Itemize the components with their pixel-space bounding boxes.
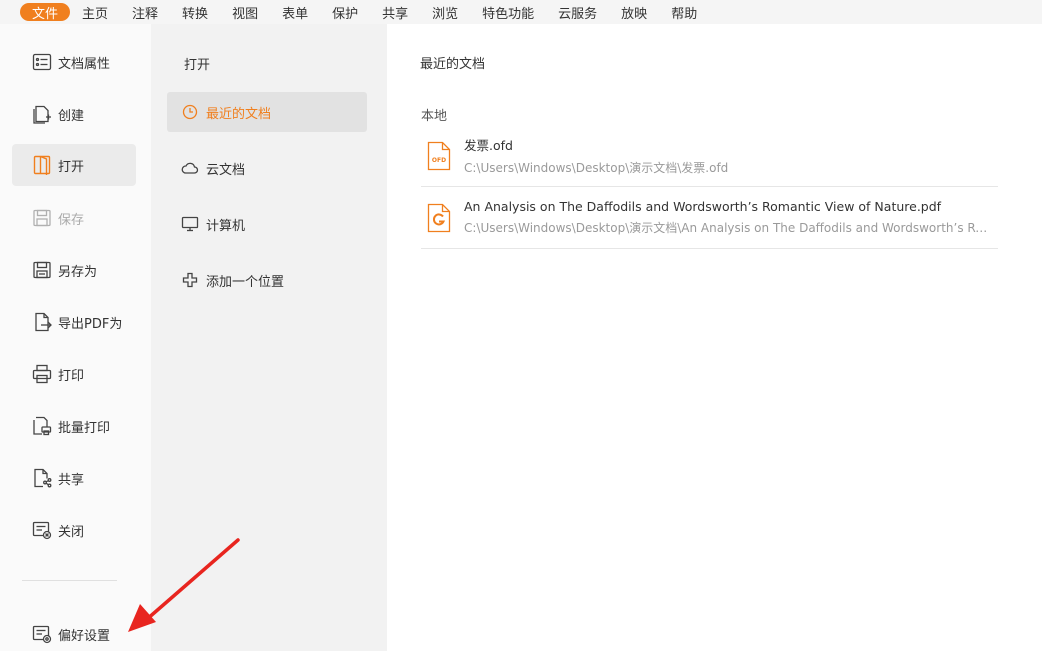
location-label: 云文档 (206, 162, 246, 178)
sidebar-item-export-pdf[interactable]: 导出PDF为 (12, 301, 136, 343)
sidebar-item-label: 打印 (58, 368, 85, 384)
batch-print-icon (32, 416, 52, 436)
sidebar-item-save-as[interactable]: 另存为 (12, 249, 136, 291)
sidebar-item-label: 打开 (58, 159, 85, 175)
export-pdf-icon (32, 312, 52, 332)
close-doc-icon (32, 520, 52, 540)
menu-view[interactable]: 视图 (220, 0, 270, 24)
recent-documents-panel: 最近的文档 本地 OFD 发票.ofd C:\Users\Windows\Des… (387, 24, 1042, 651)
location-recent[interactable]: 最近的文档 (167, 92, 367, 132)
save-as-icon (32, 260, 52, 280)
sidebar-item-properties[interactable]: 文档属性 (12, 41, 136, 83)
recent-documents-title: 最近的文档 (420, 57, 486, 72)
sidebar: 文档属性 创建 打开 保存 另存为 导出PDF为 打印 批量打印 共享 关闭 偏… (0, 24, 151, 651)
sidebar-item-label: 共享 (58, 472, 85, 488)
recent-file-row[interactable]: An Analysis on The Daffodils and Wordswo… (421, 187, 998, 249)
recent-file-row[interactable]: OFD 发票.ofd C:\Users\Windows\Desktop\演示文档… (421, 125, 998, 187)
create-icon (32, 104, 52, 124)
menu-features[interactable]: 特色功能 (470, 0, 546, 24)
menu-file[interactable]: 文件 (20, 3, 71, 22)
preferences-icon (32, 624, 52, 644)
print-icon (32, 364, 52, 384)
menu-convert[interactable]: 转换 (170, 0, 220, 24)
menu-cloud[interactable]: 云服务 (546, 0, 609, 24)
save-icon (32, 208, 52, 228)
sidebar-item-label: 另存为 (58, 264, 98, 280)
sidebar-item-label: 导出PDF为 (58, 316, 123, 332)
location-add[interactable]: 添加一个位置 (167, 260, 367, 300)
file-name: An Analysis on The Daffodils and Wordswo… (464, 199, 942, 214)
local-section-label: 本地 (421, 109, 448, 124)
sidebar-item-label: 创建 (58, 108, 85, 124)
menu-slideshow[interactable]: 放映 (609, 0, 659, 24)
pdf-file-icon (427, 203, 451, 232)
location-cloud[interactable]: 云文档 (167, 148, 367, 188)
cloud-icon (181, 159, 199, 177)
sidebar-item-label: 偏好设置 (58, 628, 111, 644)
share-icon (32, 468, 52, 488)
svg-text:OFD: OFD (432, 157, 446, 164)
menu-browse[interactable]: 浏览 (420, 0, 470, 24)
panel-title: 打开 (184, 58, 211, 73)
menu-form[interactable]: 表单 (270, 0, 320, 24)
sidebar-item-open[interactable]: 打开 (12, 144, 136, 186)
open-locations-panel: 打开 最近的文档 云文档 计算机 添加一个位置 (151, 24, 387, 651)
clock-icon (181, 103, 199, 121)
sidebar-item-print[interactable]: 打印 (12, 353, 136, 395)
sidebar-divider (22, 580, 117, 581)
sidebar-item-label: 保存 (58, 212, 85, 228)
computer-icon (181, 215, 199, 233)
sidebar-item-share[interactable]: 共享 (12, 457, 136, 499)
sidebar-item-label: 批量打印 (58, 420, 111, 436)
sidebar-item-batch-print[interactable]: 批量打印 (12, 405, 136, 447)
sidebar-item-create[interactable]: 创建 (12, 93, 136, 135)
location-label: 添加一个位置 (206, 274, 285, 290)
sidebar-item-label: 文档属性 (58, 56, 111, 72)
file-path: C:\Users\Windows\Desktop\演示文档\An Analysi… (464, 221, 994, 235)
menu-share[interactable]: 共享 (370, 0, 420, 24)
location-computer[interactable]: 计算机 (167, 204, 367, 244)
ofd-file-icon: OFD (427, 141, 451, 170)
menu-help[interactable]: 帮助 (659, 0, 709, 24)
menu-annotate[interactable]: 注释 (120, 0, 170, 24)
sidebar-item-save[interactable]: 保存 (12, 197, 136, 239)
menu-bar: 文件 主页 注释 转换 视图 表单 保护 共享 浏览 特色功能 云服务 放映 帮… (0, 0, 1042, 24)
file-path: C:\Users\Windows\Desktop\演示文档\发票.ofd (464, 161, 729, 175)
sidebar-item-close[interactable]: 关闭 (12, 509, 136, 551)
properties-icon (32, 52, 52, 72)
sidebar-item-preferences[interactable]: 偏好设置 (12, 613, 136, 651)
menu-home[interactable]: 主页 (70, 0, 120, 24)
location-label: 最近的文档 (206, 106, 272, 122)
menu-protect[interactable]: 保护 (320, 0, 370, 24)
open-icon (32, 155, 52, 175)
location-label: 计算机 (206, 218, 246, 234)
sidebar-item-label: 关闭 (58, 524, 85, 540)
plus-icon (181, 271, 199, 289)
file-name: 发票.ofd (464, 138, 513, 153)
